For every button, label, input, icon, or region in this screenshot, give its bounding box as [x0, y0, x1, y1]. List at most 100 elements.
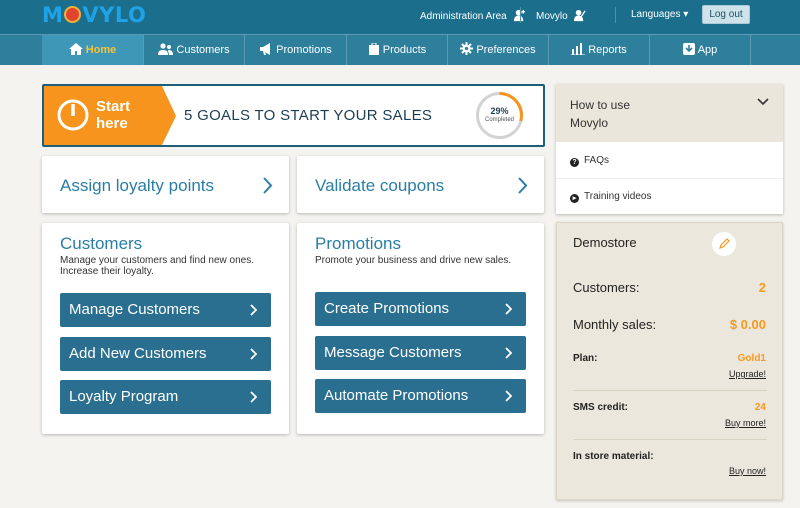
how-to-use-panel: How to use Movylo ? FAQs ▸ Training videos	[556, 84, 783, 214]
plan-value: Gold1	[737, 353, 766, 364]
top-bar: M VYLO Administration Area Movylo Languag…	[0, 0, 800, 34]
loyalty-program-button[interactable]: Loyalty Program	[60, 380, 271, 414]
logo-text-end: VYLO	[82, 3, 147, 27]
megaphone-icon	[260, 43, 271, 55]
separator	[520, 7, 521, 23]
store-name: Demostore	[573, 235, 637, 250]
create-promotions-button[interactable]: Create Promotions	[315, 292, 526, 326]
progress-percent: 29%	[490, 106, 509, 116]
divider	[556, 178, 783, 179]
users-icon	[158, 43, 174, 55]
assign-loyalty-label: Assign loyalty points	[60, 176, 215, 195]
button-label: Automate Promotions	[324, 387, 469, 404]
button-label: Message Customers	[324, 344, 462, 361]
logo-text-start: M	[42, 3, 64, 27]
faqs-label: FAQs	[584, 155, 610, 166]
buy-now-link[interactable]: Buy now!	[729, 466, 766, 476]
faqs-link[interactable]: ? FAQs	[570, 155, 609, 167]
message-customers-button[interactable]: Message Customers	[315, 336, 526, 370]
chevron-right-icon	[263, 177, 273, 194]
customers-title: Customers	[60, 234, 143, 253]
plan-label: Plan:	[573, 353, 598, 364]
nav-preferences-label: Preferences	[476, 44, 536, 56]
add-new-customers-button[interactable]: Add New Customers	[60, 337, 271, 371]
languages-dropdown[interactable]: Languages ▾	[631, 9, 688, 20]
training-videos-label: Training videos	[584, 191, 652, 202]
store-panel: Demostore Customers: 2 Monthly sales: $ …	[556, 222, 783, 500]
chevron-right-icon	[518, 177, 528, 194]
start-here-badge[interactable]: Start here	[44, 86, 176, 145]
nav-products-label: Products	[382, 44, 427, 56]
promotions-description: Promote your business and drive new sale…	[315, 255, 512, 266]
validate-coupons-card[interactable]: Validate coupons	[297, 156, 544, 213]
monthly-sales-value: $ 0.00	[729, 317, 766, 332]
here-label: here	[96, 115, 128, 132]
pencil-icon	[719, 238, 730, 249]
power-icon	[57, 99, 89, 131]
nav-app[interactable]: App	[650, 35, 751, 65]
promotions-panel: Promotions Promote your business and dri…	[297, 223, 544, 434]
button-label: Loyalty Program	[69, 388, 179, 405]
manage-customers-button[interactable]: Manage Customers	[60, 293, 271, 327]
how-to-use-title: How to use Movylo	[570, 96, 630, 132]
admin-area-link[interactable]: Administration Area	[420, 9, 526, 22]
user-menu[interactable]: Movylo	[536, 9, 587, 22]
how-to-use-title-line1: How to use	[570, 98, 631, 112]
how-to-use-title-line2: Movylo	[570, 116, 609, 130]
customers-count-value: 2	[758, 280, 766, 295]
button-label: Add New Customers	[69, 345, 207, 362]
buy-more-link[interactable]: Buy more!	[725, 418, 766, 428]
box-icon	[368, 42, 379, 55]
sms-credit-label: SMS credit:	[573, 402, 629, 413]
chevron-right-icon	[505, 303, 512, 315]
admin-area-label: Administration Area	[420, 11, 507, 22]
automate-promotions-button[interactable]: Automate Promotions	[315, 379, 526, 413]
movylo-logo[interactable]: M VYLO	[42, 3, 146, 27]
nav-reports[interactable]: Reports	[549, 35, 650, 65]
customers-description: Manage your customers and find new ones.…	[60, 255, 254, 277]
monthly-sales-label: Monthly sales:	[573, 317, 657, 332]
validate-coupons-label: Validate coupons	[315, 176, 445, 195]
progress-ring: 29% Completed	[475, 91, 524, 140]
add-user-icon	[513, 9, 525, 22]
start-here-text: Start here	[96, 98, 130, 132]
chevron-right-icon	[250, 304, 257, 316]
chevron-right-icon	[250, 348, 257, 360]
nav-promotions[interactable]: Promotions	[245, 35, 347, 65]
button-label: Create Promotions	[324, 300, 450, 317]
in-store-material-label: In store material:	[573, 451, 654, 462]
nav-home-label: Home	[85, 44, 117, 56]
nav-customers-label: Customers	[176, 44, 230, 56]
nav-products[interactable]: Products	[347, 35, 448, 65]
nav-promotions-label: Promotions	[276, 44, 332, 56]
play-icon: ▸	[570, 194, 579, 203]
assign-loyalty-card[interactable]: Assign loyalty points	[42, 156, 289, 213]
chevron-right-icon	[505, 347, 512, 359]
goals-banner[interactable]: Start here 5 GOALS TO START YOUR SALES 29…	[42, 84, 545, 147]
how-to-use-header[interactable]: How to use Movylo	[556, 84, 783, 142]
bar-chart-icon	[571, 43, 586, 56]
customers-panel: Customers Manage your customers and find…	[42, 223, 289, 434]
edit-store-button[interactable]	[712, 232, 736, 256]
nav-home[interactable]: Home	[42, 35, 144, 65]
progress-label: Completed	[484, 117, 514, 123]
main-nav: Home Customers Promotions Products Prefe…	[0, 34, 800, 65]
logout-button[interactable]: Log out	[702, 5, 750, 24]
separator	[615, 7, 616, 23]
logo-emblem	[64, 6, 82, 23]
nav-customers[interactable]: Customers	[144, 35, 245, 65]
goals-title: 5 GOALS TO START YOUR SALES	[184, 107, 433, 124]
chevron-down-icon	[757, 98, 769, 106]
nav-preferences[interactable]: Preferences	[448, 35, 549, 65]
nav-reports-label: Reports	[588, 44, 627, 56]
promotions-title: Promotions	[315, 234, 401, 253]
training-videos-link[interactable]: ▸ Training videos	[570, 191, 651, 203]
customers-count-label: Customers:	[573, 280, 640, 295]
download-icon	[682, 43, 695, 55]
gear-icon	[460, 42, 474, 55]
home-icon	[68, 43, 83, 55]
chevron-right-icon	[250, 391, 257, 403]
upgrade-link[interactable]: Upgrade!	[729, 369, 766, 379]
nav-app-label: App	[697, 44, 718, 56]
chevron-right-icon	[505, 390, 512, 402]
